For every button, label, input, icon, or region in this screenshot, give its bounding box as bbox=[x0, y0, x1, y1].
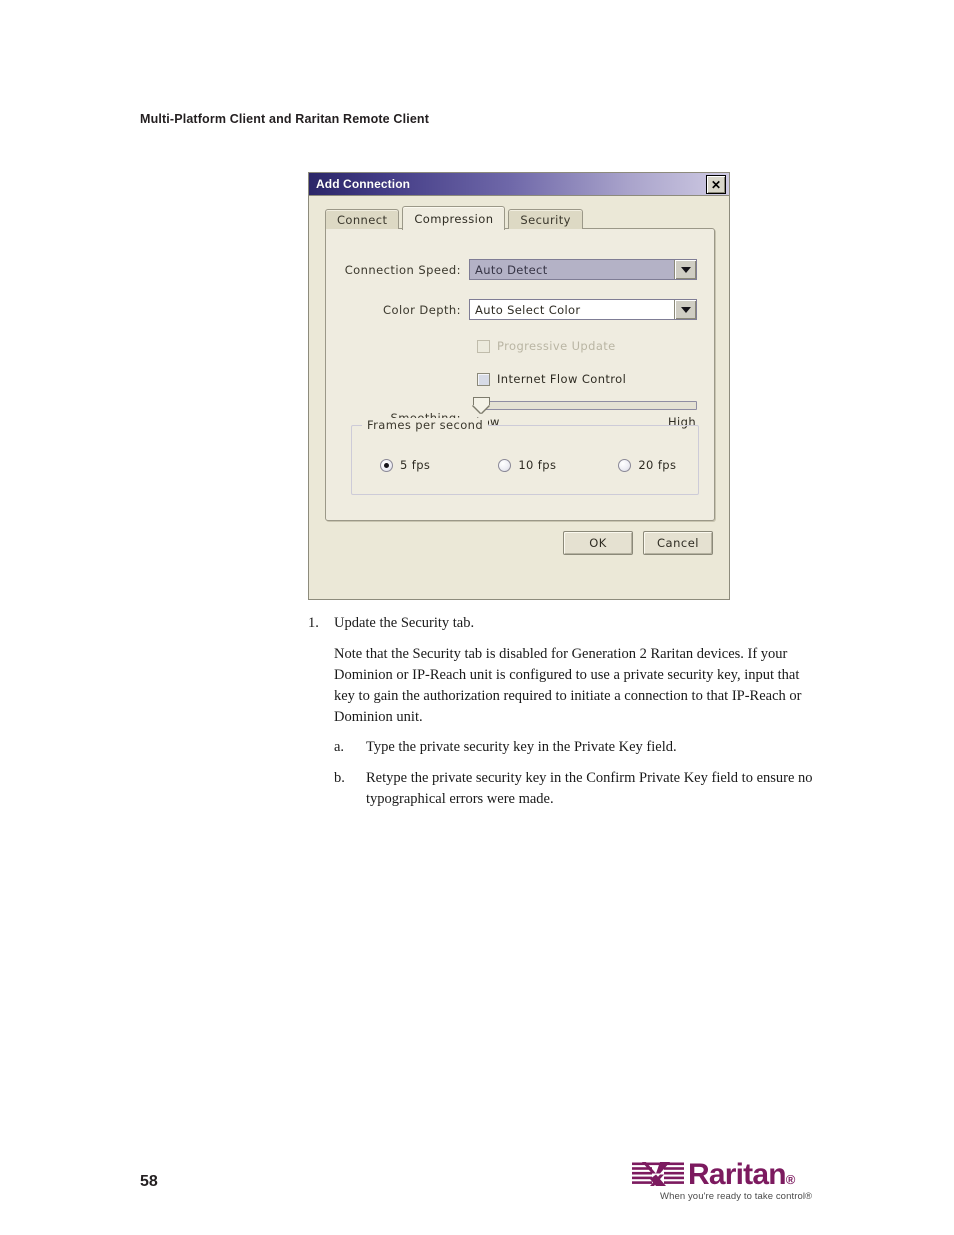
step-1-note-text: Note that the Security tab is disabled f… bbox=[334, 646, 802, 725]
color-depth-value: Auto Select Color bbox=[470, 300, 674, 319]
raritan-logo-mark-icon bbox=[632, 1162, 684, 1186]
step-1a: a. Type the private security key in the … bbox=[334, 737, 828, 758]
connection-speed-value: Auto Detect bbox=[470, 260, 674, 279]
chevron-down-icon[interactable] bbox=[674, 300, 696, 319]
internet-flow-control-label: Internet Flow Control bbox=[497, 372, 627, 386]
ok-button[interactable]: OK bbox=[563, 531, 633, 555]
connection-speed-select[interactable]: Auto Detect bbox=[469, 259, 697, 280]
running-header: Multi-Platform Client and Raritan Remote… bbox=[140, 112, 430, 126]
radio-20fps[interactable]: 20 fps bbox=[618, 458, 676, 472]
radio-dot-icon[interactable] bbox=[618, 458, 632, 472]
color-depth-row: Color Depth: Auto Select Color bbox=[334, 299, 699, 320]
step-1-marker: 1. bbox=[308, 615, 319, 631]
step-1b: b. Retype the private security key in th… bbox=[334, 768, 828, 810]
tab-connect[interactable]: Connect bbox=[325, 209, 400, 229]
tab-security[interactable]: Security bbox=[508, 209, 583, 229]
connection-speed-row: Connection Speed: Auto Detect bbox=[334, 259, 699, 280]
radio-10fps-label: 10 fps bbox=[518, 458, 557, 472]
radio-dot-icon[interactable] bbox=[380, 458, 393, 472]
checkbox-box-icon bbox=[477, 339, 490, 353]
progressive-update-label: Progressive Update bbox=[497, 339, 616, 353]
raritan-logo: Raritan® When you're ready to take contr… bbox=[632, 1159, 812, 1209]
step-1a-marker: a. bbox=[334, 739, 345, 755]
dialog-button-row: OK Cancel bbox=[553, 531, 713, 555]
checkbox-box-icon[interactable] bbox=[477, 372, 490, 386]
radio-5fps-label: 5 fps bbox=[400, 458, 431, 472]
step-1: 1. Update the Security tab. bbox=[308, 613, 828, 634]
connection-speed-label: Connection Speed: bbox=[344, 262, 461, 277]
page-number: 58 bbox=[140, 1173, 158, 1190]
raritan-registered-mark: ® bbox=[785, 1172, 796, 1187]
step-1b-marker: b. bbox=[334, 770, 345, 786]
raritan-tagline: When you're ready to take control® bbox=[660, 1191, 813, 1202]
dialog-title: Add Connection bbox=[316, 177, 411, 191]
smoothing-slider[interactable] bbox=[478, 401, 697, 410]
radio-5fps[interactable]: 5 fps bbox=[380, 458, 430, 472]
frames-per-second-title: Frames per second bbox=[362, 418, 489, 432]
step-1b-text: Retype the private security key in the C… bbox=[366, 770, 813, 807]
frames-per-second-options: 5 fps 10 fps 20 fps bbox=[352, 458, 698, 472]
radio-dot-icon[interactable] bbox=[498, 458, 512, 472]
chevron-down-icon[interactable] bbox=[674, 260, 696, 279]
raritan-brand-name: Raritan bbox=[688, 1158, 787, 1191]
step-1-text: Update the Security tab. bbox=[334, 615, 475, 631]
compression-tab-panel: Connection Speed: Auto Detect Color Dept… bbox=[325, 228, 715, 521]
progressive-update-checkbox: Progressive Update bbox=[477, 339, 616, 353]
dialog-titlebar: Add Connection ✕ bbox=[309, 173, 729, 196]
color-depth-label: Color Depth: bbox=[383, 302, 461, 317]
color-depth-select[interactable]: Auto Select Color bbox=[469, 299, 697, 320]
tab-compression[interactable]: Compression bbox=[402, 206, 506, 230]
add-connection-dialog: Add Connection ✕ Connect Compression Sec… bbox=[308, 172, 730, 600]
tab-strip: Connect Compression Security bbox=[325, 205, 586, 230]
radio-10fps[interactable]: 10 fps bbox=[498, 458, 556, 472]
step-1-note: Note that the Security tab is disabled f… bbox=[334, 644, 812, 728]
internet-flow-control-checkbox[interactable]: Internet Flow Control bbox=[477, 372, 626, 386]
smoothing-slider-thumb[interactable] bbox=[473, 397, 490, 413]
close-icon[interactable]: ✕ bbox=[706, 175, 726, 194]
frames-per-second-group: Frames per second 5 fps 10 fps 20 fps bbox=[351, 418, 699, 495]
radio-20fps-label: 20 fps bbox=[638, 458, 677, 472]
step-1a-text: Type the private security key in the Pri… bbox=[366, 739, 677, 755]
cancel-button[interactable]: Cancel bbox=[643, 531, 713, 555]
